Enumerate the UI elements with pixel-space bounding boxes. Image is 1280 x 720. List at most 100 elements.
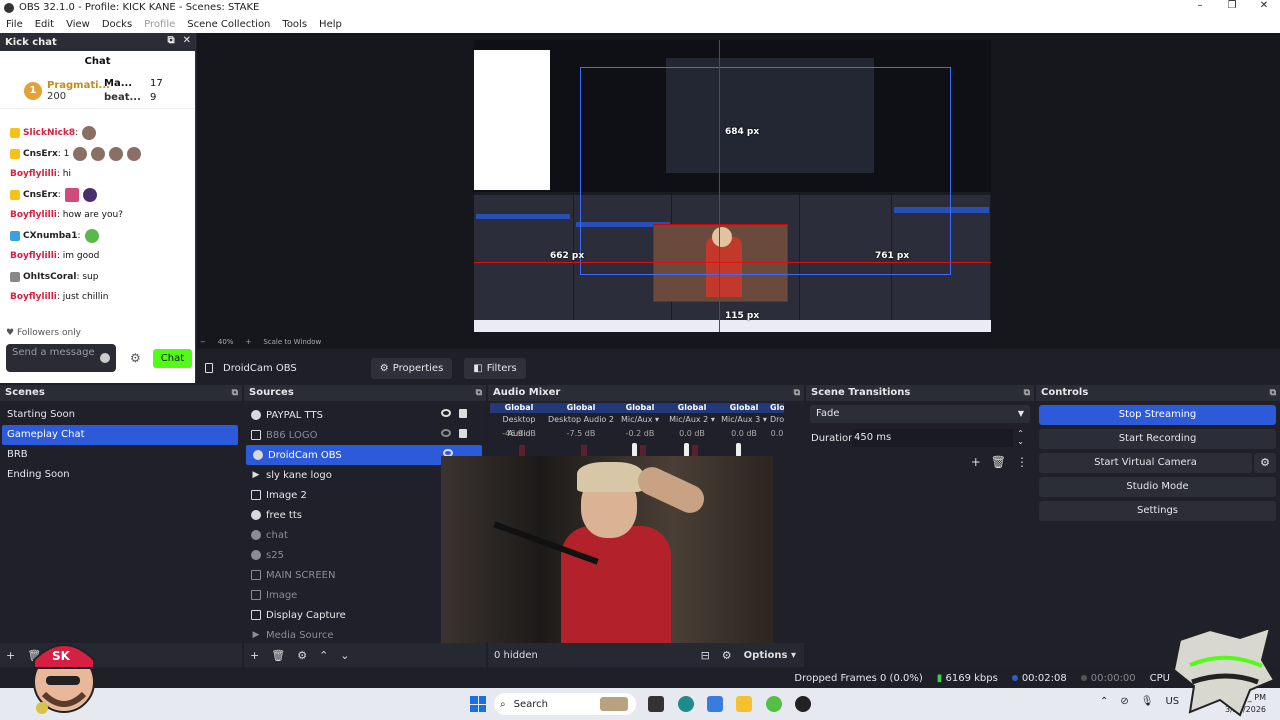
float-icon[interactable]: ⧉ — [232, 385, 238, 401]
dock-header: Controls ⧉ — [1036, 385, 1280, 401]
scene-item[interactable]: Gameplay Chat — [2, 425, 238, 445]
close-button[interactable]: ✕ — [1248, 0, 1280, 11]
chat-user[interactable]: OhItsCoral — [23, 272, 76, 282]
chat-send-button[interactable]: Chat — [152, 348, 193, 368]
menu-profile[interactable]: Profile — [138, 19, 181, 30]
menu-view[interactable]: View — [60, 19, 96, 30]
chat-user[interactable]: SlickNick8 — [23, 128, 75, 138]
filters-button[interactable]: ◧ Filters — [464, 357, 526, 379]
remove-source-button[interactable]: 🗑 — [271, 649, 285, 662]
gear-icon[interactable]: ⚙ — [130, 351, 141, 365]
chat-text: : 1 — [57, 148, 70, 159]
scene-item[interactable]: Starting Soon — [0, 405, 242, 425]
duration-stepper[interactable]: ⌃ ⌄ — [1017, 430, 1024, 446]
crown-icon — [10, 128, 20, 139]
channel-name-row[interactable]: Mic/Aux ▾ — [614, 413, 666, 427]
float-icon[interactable]: ⧉ — [167, 35, 174, 46]
settings-button[interactable]: Settings — [1039, 501, 1276, 521]
chat-user[interactable]: Boyflylilli — [10, 169, 57, 179]
chat-user[interactable]: CnsErx — [23, 190, 58, 200]
close-icon[interactable]: ✕ — [183, 35, 191, 46]
webcam-subject — [577, 462, 643, 492]
add-transition-button[interactable]: + — [971, 455, 981, 469]
start-recording-button[interactable]: Start Recording — [1039, 429, 1276, 449]
dropdown-icon[interactable]: ▾ — [763, 415, 767, 424]
followers-only-text: Followers only — [16, 328, 81, 338]
zoom-out-button[interactable]: − — [200, 338, 206, 346]
menu-help[interactable]: Help — [313, 19, 348, 30]
chevron-up-icon[interactable]: ⌃ — [1100, 696, 1108, 707]
gear-icon[interactable]: ⚙ — [1254, 453, 1276, 473]
stop-streaming-button[interactable]: Stop Streaming — [1039, 405, 1276, 425]
options-button[interactable]: Options ▾ — [744, 650, 796, 661]
program-preview[interactable]: 684 px 662 px 761 px 115 px — [474, 40, 991, 332]
menu-docks[interactable]: Docks — [96, 19, 138, 30]
dropdown-icon[interactable]: ▾ — [711, 415, 715, 424]
kick-icon[interactable] — [766, 696, 782, 712]
fader-knob[interactable] — [736, 443, 741, 457]
fader-knob[interactable] — [632, 443, 637, 457]
lock-icon[interactable] — [459, 409, 467, 418]
network-icon[interactable]: ⊘ — [1120, 696, 1128, 707]
task-view-icon[interactable] — [648, 696, 664, 712]
move-up-button[interactable]: ⌃ — [319, 649, 328, 662]
chat-user[interactable]: Boyflylilli — [10, 292, 57, 302]
fader-knob[interactable] — [684, 443, 689, 457]
start-virtual-camera-button[interactable]: Start Virtual Camera — [1039, 453, 1252, 473]
scale-mode[interactable]: Scale to Window — [263, 338, 321, 346]
menu-edit[interactable]: Edit — [29, 19, 60, 30]
mixer-channel: Global Dro 0.0 — [770, 403, 784, 461]
channel-name-row[interactable]: Mic/Aux 3 ▾ — [718, 413, 770, 427]
chat-user[interactable]: CXnumba1 — [23, 231, 78, 241]
scene-item[interactable]: Ending Soon — [0, 465, 242, 485]
float-icon[interactable]: ⧉ — [1270, 385, 1276, 401]
add-source-button[interactable]: + — [250, 649, 259, 662]
add-scene-button[interactable]: + — [6, 649, 15, 662]
file-explorer-icon[interactable] — [736, 696, 752, 712]
eye-icon[interactable] — [441, 409, 451, 417]
channel-name[interactable]: Dro — [770, 413, 784, 427]
obs-taskbar-icon[interactable] — [795, 696, 811, 712]
maximize-button[interactable]: ❐ — [1216, 0, 1248, 11]
mixer-settings-icon[interactable]: ⚙ — [722, 649, 732, 662]
selected-source: DroidCam OBS — [205, 363, 297, 374]
scene-item[interactable]: BRB — [0, 445, 242, 465]
chat-user[interactable]: CnsErx — [23, 149, 58, 159]
duration-input[interactable]: 450 ms — [852, 429, 1014, 447]
leader-name: Pragmati... — [47, 79, 110, 91]
windows-start-icon[interactable] — [470, 696, 486, 712]
chat-user[interactable]: Boyflylilli — [10, 210, 57, 220]
edge-icon[interactable] — [678, 696, 694, 712]
remove-transition-button[interactable]: 🗑 — [991, 455, 1006, 469]
studio-mode-button[interactable]: Studio Mode — [1039, 477, 1276, 497]
chat-message-input[interactable]: Send a message — [6, 344, 116, 372]
float-icon[interactable]: ⧉ — [1024, 385, 1030, 401]
microphone-icon[interactable]: 🎙 — [1141, 696, 1154, 707]
channel-name-row[interactable]: Mic/Aux 2 ▾ — [666, 413, 718, 427]
copilot-icon[interactable] — [707, 696, 723, 712]
emoji-icon[interactable] — [100, 353, 110, 363]
layout-icon[interactable]: ⊟ — [701, 649, 710, 662]
menu-file[interactable]: File — [0, 19, 29, 30]
zoom-in-button[interactable]: + — [245, 338, 251, 346]
channel-name[interactable]: Desktop Audio — [490, 413, 548, 438]
minimize-button[interactable]: – — [1184, 0, 1216, 11]
source-label: MAIN SCREEN — [266, 569, 336, 581]
menu-scene-collection[interactable]: Scene Collection — [181, 19, 276, 30]
source-properties-button[interactable]: ⚙ — [297, 649, 307, 662]
source-item[interactable]: PAYPAL TTS — [244, 405, 486, 425]
float-icon[interactable]: ⧉ — [476, 385, 482, 401]
float-icon[interactable]: ⧉ — [794, 385, 800, 401]
channel-name[interactable]: Desktop Audio 2 — [548, 413, 614, 427]
source-item[interactable]: B86 LOGO — [244, 425, 486, 445]
transition-select[interactable]: Fade ▼ — [810, 405, 1030, 423]
dropdown-icon[interactable]: ▾ — [655, 415, 659, 424]
menu-tools[interactable]: Tools — [276, 19, 313, 30]
properties-button[interactable]: ⚙ Properties — [370, 357, 453, 379]
move-down-button[interactable]: ⌄ — [340, 649, 349, 662]
chat-user[interactable]: Boyflylilli — [10, 251, 57, 261]
more-icon[interactable]: ⋮ — [1016, 455, 1028, 469]
eye-hidden-icon[interactable] — [441, 429, 451, 437]
lock-icon[interactable] — [459, 429, 467, 438]
taskbar-search[interactable]: ⌕ Search — [494, 693, 636, 715]
